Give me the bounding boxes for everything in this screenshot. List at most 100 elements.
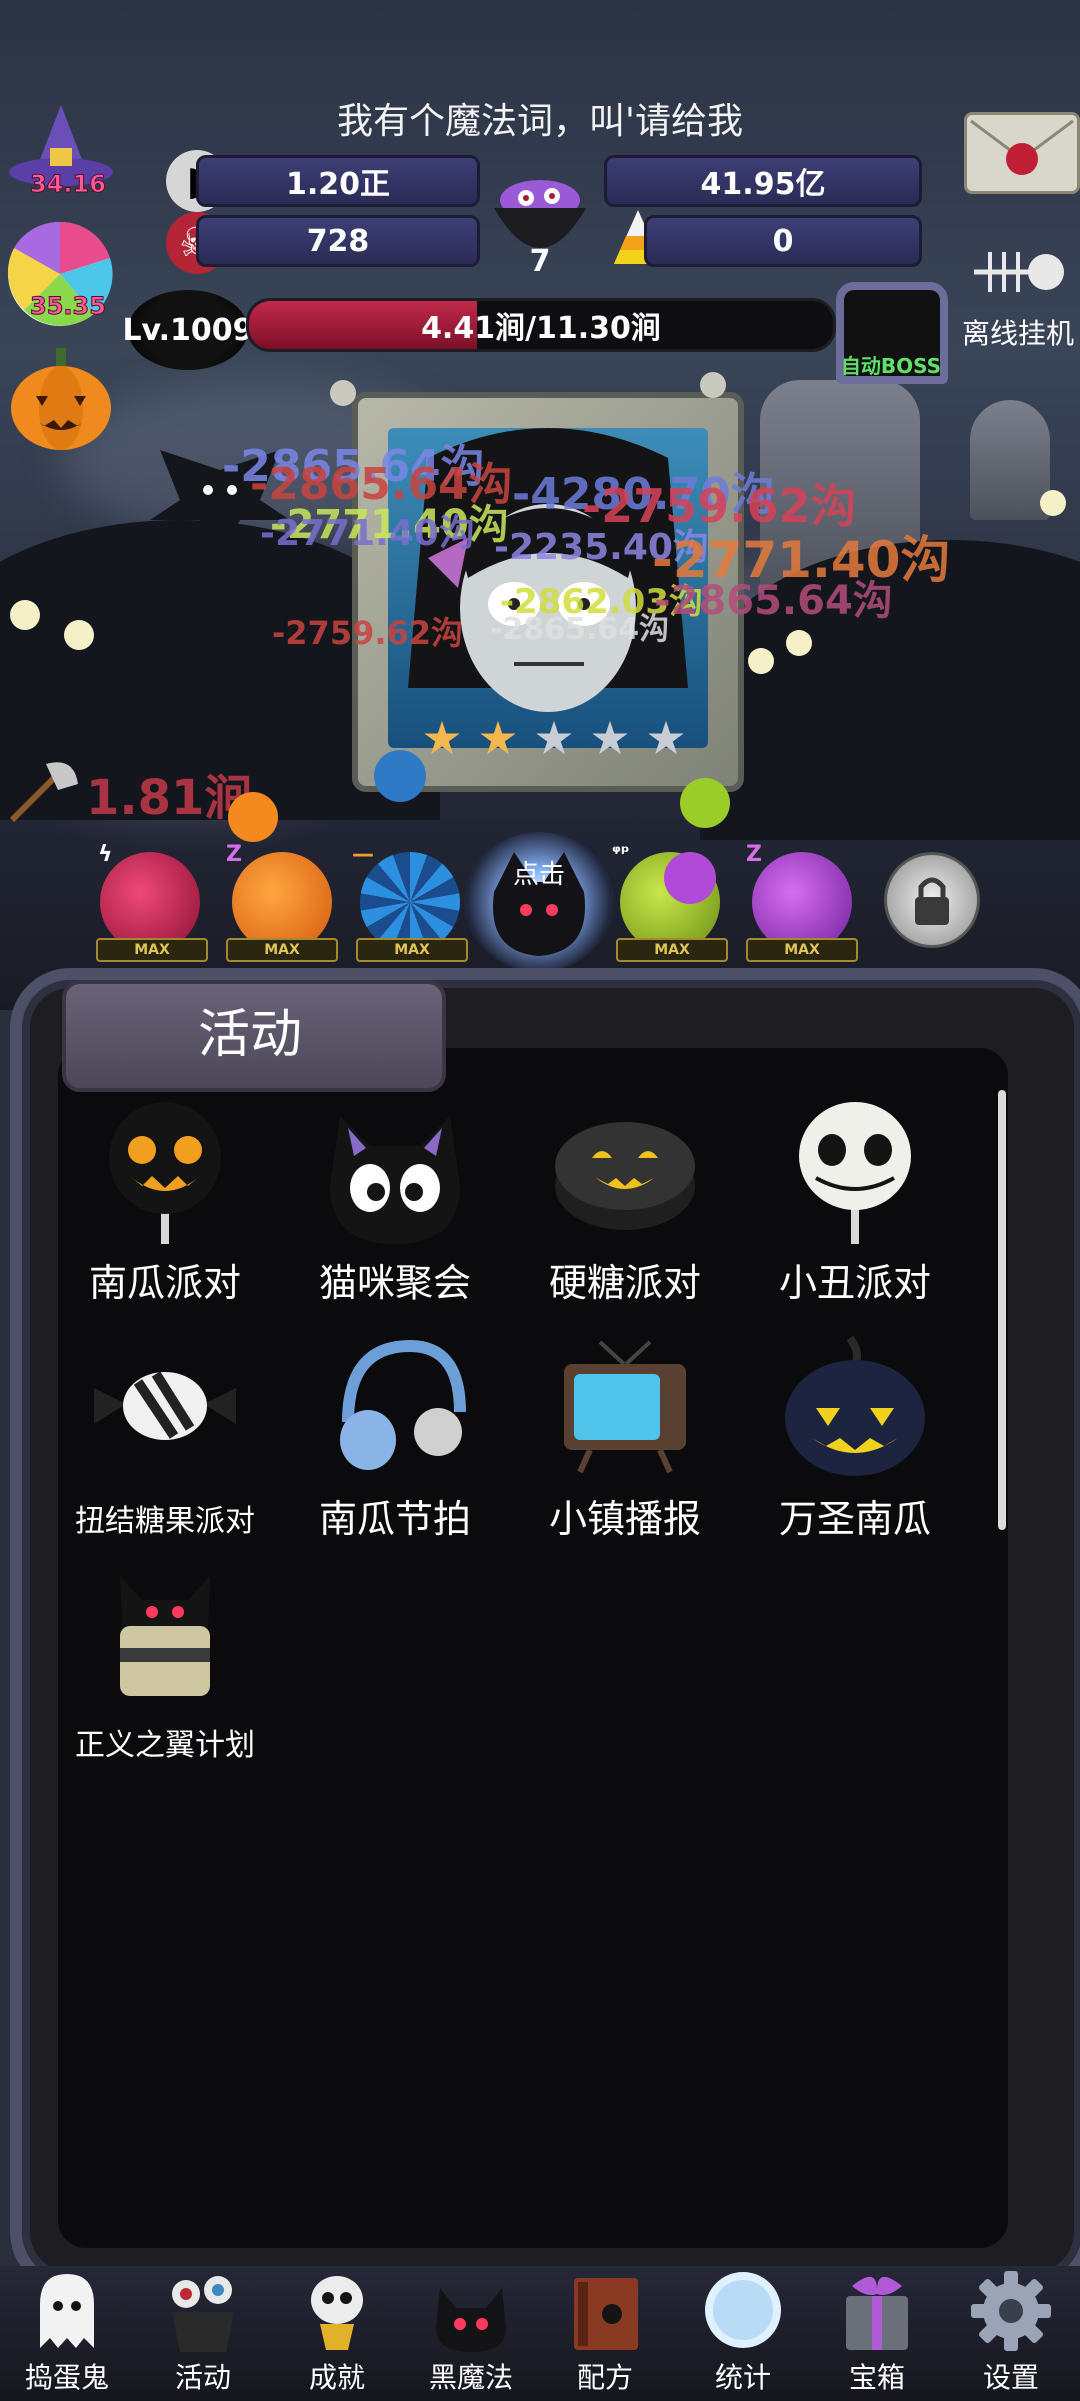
purple-candy-icon <box>664 852 716 904</box>
locked-slot[interactable] <box>884 852 980 948</box>
star-empty-icon: ★ <box>589 711 631 765</box>
gear-icon <box>971 2271 1051 2351</box>
damage-number: -2865.64沟 <box>490 612 670 647</box>
cupcake-eyes-icon <box>172 2276 234 2352</box>
offline-label: 离线挂机 <box>961 317 1074 350</box>
nav-label: 黑魔法 <box>428 2361 513 2394</box>
hard-candy-icon <box>555 1122 695 1230</box>
slot-mark: Z <box>746 842 762 867</box>
lock-icon <box>915 877 949 925</box>
activity-clown-party[interactable]: 小丑派对 <box>740 1096 970 1307</box>
activity-twist-candy-party[interactable]: 扭结糖果派对 <box>50 1332 280 1540</box>
nav-label: 捣蛋鬼 <box>24 2361 109 2394</box>
lantern-light <box>786 630 812 656</box>
nav-label: 宝箱 <box>848 2361 905 2394</box>
slot-max: MAX <box>96 938 208 962</box>
tv-icon <box>564 1340 686 1474</box>
slot-pink-ghost[interactable] <box>100 852 200 952</box>
slot-mark: ᵠᵖ <box>612 842 630 863</box>
candy-corn-value: 0 <box>644 215 922 267</box>
auto-boss-label: 自动BOSS <box>840 354 942 378</box>
damage-number: -2771.40沟 <box>260 513 475 554</box>
star-filled-icon: ★ <box>421 711 463 765</box>
activity-pumpkin-party[interactable]: 南瓜派对 <box>50 1096 280 1307</box>
damage-number: -2759.62沟 <box>272 614 464 652</box>
nav-achievement[interactable]: 成就 <box>272 2268 402 2398</box>
activity-cat-party[interactable]: 猫咪聚会 <box>280 1096 510 1307</box>
mail-button[interactable] <box>964 112 1080 194</box>
tombstone <box>970 400 1050 520</box>
panel-scrollbar[interactable] <box>998 1090 1006 1530</box>
slot-max: MAX <box>356 938 468 962</box>
nav-stats[interactable]: 统计 <box>678 2268 808 2398</box>
demon-icon <box>436 2288 506 2352</box>
pumpkin-icon[interactable] <box>8 344 114 454</box>
activity-pumpkin-beat[interactable]: 南瓜节拍 <box>280 1332 510 1543</box>
coins-value: 1.20正 <box>196 155 480 207</box>
activity-label: 南瓜派对 <box>88 1261 241 1305</box>
nav-label: 活动 <box>174 2361 231 2394</box>
activity-label: 正义之翼计划 <box>75 1728 255 1763</box>
candy-bow-value: 728 <box>196 215 480 267</box>
activity-label: 硬糖派对 <box>548 1261 701 1305</box>
star-empty-icon: ★ <box>533 711 575 765</box>
winged-cake-icon <box>120 1576 210 1696</box>
activity-label: 万圣南瓜 <box>778 1497 931 1541</box>
boss-stars: ★ ★ ★ ★ ★ <box>418 714 690 762</box>
frame-screw <box>700 372 726 398</box>
headphones-icon <box>340 1339 466 1470</box>
activity-wings-of-justice[interactable]: 正义之翼计划 <box>50 1556 280 1764</box>
offline-button[interactable]: 离线挂机 <box>956 238 1080 352</box>
level-badge: Lv.1009 <box>122 290 254 370</box>
crystal-ball-icon <box>705 2272 781 2348</box>
skull-lollipop-icon <box>799 1102 911 1244</box>
activity-label: 小丑派对 <box>778 1261 931 1305</box>
orange-candy-icon <box>228 792 278 842</box>
slot-mark: — <box>352 842 374 867</box>
slot-max: MAX <box>746 938 858 962</box>
nav-label: 统计 <box>714 2361 771 2394</box>
cauldron-icon[interactable]: 7 <box>480 160 600 280</box>
skull-trophy-icon <box>311 2276 363 2350</box>
activity-hard-candy-party[interactable]: 硬糖派对 <box>510 1096 740 1307</box>
nav-black-magic[interactable]: 黑魔法 <box>406 2268 536 2398</box>
boss-hp-bar: 4.41涧/11.30涧 <box>246 298 836 352</box>
gift-box-icon <box>846 2276 908 2350</box>
lollipop-value: 35.35 <box>30 292 107 321</box>
nav-treasure[interactable]: 宝箱 <box>812 2268 942 2398</box>
activity-label: 扭结糖果派对 <box>75 1504 255 1539</box>
slot-mark: ϟ <box>98 842 113 867</box>
activity-label: 南瓜节拍 <box>318 1497 471 1541</box>
skull-potion-value: 41.95亿 <box>604 155 922 207</box>
spellbook-icon <box>574 2278 638 2350</box>
star-filled-icon: ★ <box>477 711 519 765</box>
damage-number: -2865.64沟 <box>654 578 893 624</box>
lantern-light <box>748 648 774 674</box>
activity-label: 小镇播报 <box>548 1497 701 1541</box>
slot-orange-ghost[interactable] <box>232 852 332 952</box>
axe-icon <box>9 762 78 823</box>
blue-candy-icon <box>374 750 426 802</box>
lantern-light <box>1040 490 1066 516</box>
lantern-light <box>10 600 40 630</box>
cauldron-count: 7 <box>529 244 551 279</box>
star-empty-icon: ★ <box>645 711 687 765</box>
nav-recipe[interactable]: 配方 <box>540 2268 670 2398</box>
activity-halloween-pumpkin[interactable]: 万圣南瓜 <box>740 1332 970 1543</box>
nav-trickster[interactable]: 捣蛋鬼 <box>2 2268 132 2398</box>
slot-max: MAX <box>616 938 728 962</box>
click-target[interactable]: 点击 <box>464 832 614 972</box>
twist-candy-icon <box>94 1371 236 1440</box>
black-cat-icon <box>330 1116 460 1244</box>
nav-settings[interactable]: 设置 <box>946 2268 1076 2398</box>
activity-town-broadcast[interactable]: 小镇播报 <box>510 1332 740 1543</box>
slot-blue-candy[interactable] <box>360 852 460 952</box>
dark-pumpkin-icon <box>785 1335 925 1476</box>
banner-text: 我有个魔法词，叫'请给我 <box>337 101 743 142</box>
pumpkin-lollipop-icon <box>109 1102 221 1244</box>
slot-purple-ghost[interactable] <box>752 852 852 952</box>
lantern-light <box>64 620 94 650</box>
slot-max: MAX <box>226 938 338 962</box>
nav-activity[interactable]: 活动 <box>138 2268 268 2398</box>
witch-value: 34.16 <box>30 170 107 199</box>
